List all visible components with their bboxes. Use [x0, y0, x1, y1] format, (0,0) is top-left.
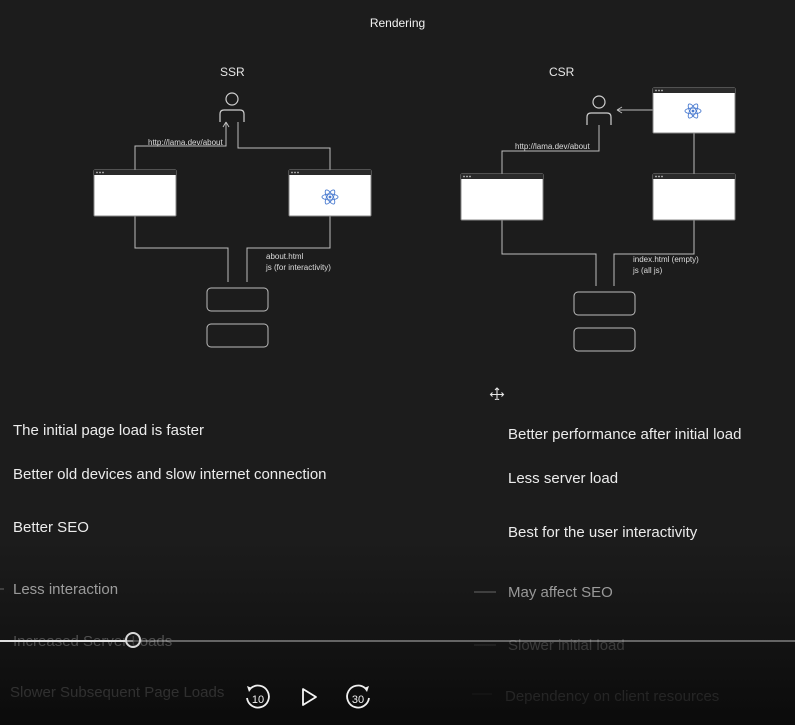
progress-bar[interactable]	[0, 640, 795, 642]
ssr-pro-item: The initial page load is faster	[13, 422, 204, 439]
csr-server-window	[652, 173, 736, 221]
video-frame[interactable]: Rendering SSR CSR http://lama.dev/about …	[0, 0, 795, 725]
ssr-con-item: Slower Subsequent Page Loads	[10, 684, 225, 701]
play-icon	[302, 688, 317, 706]
ssr-diagram	[93, 92, 372, 348]
ssr-pro-item: Better old devices and slow internet con…	[13, 466, 327, 483]
csr-request-url: http://lama.dev/about	[515, 142, 590, 151]
csr-con-item: May affect SEO	[508, 584, 613, 601]
play-button[interactable]	[292, 680, 326, 714]
csr-html-block	[573, 291, 636, 316]
ssr-request-url: http://lama.dev/about	[148, 138, 223, 147]
csr-label: CSR	[549, 65, 575, 79]
forward-seconds-label: 30	[351, 694, 365, 706]
csr-client-window	[460, 173, 544, 221]
user-icon	[586, 95, 612, 125]
rewind-seconds-label: 10	[251, 694, 265, 706]
ssr-con-item: Less interaction	[13, 581, 119, 598]
rendering-diagram	[93, 87, 736, 400]
csr-response-html: index.html (empty)	[633, 255, 699, 264]
user-icon	[219, 92, 245, 122]
ssr-html-block	[206, 287, 269, 312]
ssr-label: SSR	[220, 65, 245, 79]
csr-diagram	[460, 87, 736, 352]
forward-30-button[interactable]: 30	[341, 680, 375, 714]
ssr-server-window	[288, 169, 372, 217]
csr-js-block	[573, 327, 636, 352]
csr-pro-item: Better performance after initial load	[508, 426, 742, 443]
ssr-client-window	[93, 169, 177, 217]
csr-con-item: Dependency on client resources	[505, 688, 720, 705]
ssr-pro-item: Better SEO	[13, 519, 89, 536]
csr-response-js: js (all js)	[633, 266, 663, 275]
ssr-response-html: about.html	[266, 252, 304, 261]
ssr-response-js: js (for interactivity)	[266, 263, 331, 272]
progress-scrub-handle[interactable]	[124, 632, 141, 648]
csr-pro-item: Best for the user interactivity	[508, 524, 698, 541]
rewind-10-button[interactable]: 10	[241, 680, 275, 714]
csr-react-window	[652, 87, 736, 134]
ssr-js-block	[206, 323, 269, 348]
progress-fill	[0, 640, 133, 642]
move-cursor-icon	[489, 387, 505, 400]
csr-pro-item: Less server load	[508, 470, 619, 487]
